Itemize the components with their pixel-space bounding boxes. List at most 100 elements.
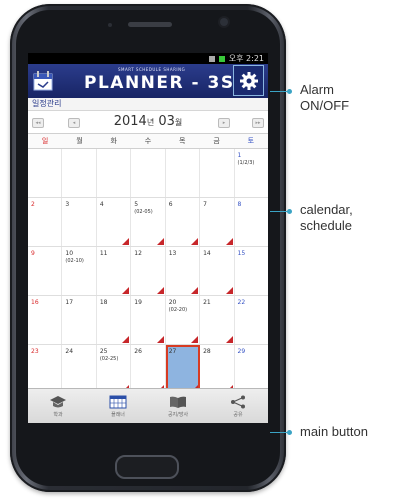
main-button-bullet	[287, 430, 292, 435]
main-button-bar: 학과 플래너 공지/방사 공유	[28, 388, 268, 423]
tab-notice[interactable]: 공지/방사	[148, 389, 208, 423]
day-number: 10	[65, 250, 74, 257]
schedule-entry: (02-25)	[99, 356, 119, 362]
calendar-day[interactable]: 16	[28, 296, 63, 344]
tab-share[interactable]: 공유	[208, 389, 268, 423]
schedule-marker-icon	[225, 336, 233, 343]
schedule-marker-icon	[191, 287, 199, 294]
calendar-day[interactable]: 2	[28, 198, 63, 246]
day-number: 19	[134, 299, 142, 306]
schedule-marker-icon	[122, 287, 130, 294]
calendar-day-today[interactable]: 27	[165, 345, 201, 393]
schedule-marker-icon	[156, 336, 164, 343]
schedule-marker-icon	[225, 238, 233, 245]
calendar-day[interactable]: 21	[200, 296, 235, 344]
calendar-day[interactable]	[97, 149, 132, 197]
schedule-entry: (02-20)	[168, 307, 188, 313]
home-button[interactable]	[115, 455, 179, 479]
calendar-day[interactable]: 13	[166, 247, 201, 295]
calendar-day[interactable]: 20 (02-20)	[166, 296, 201, 344]
alarm-callout-line2: ON/OFF	[300, 98, 350, 113]
calendar-day[interactable]: 28	[200, 345, 235, 393]
calendar-day[interactable]: 7	[200, 198, 235, 246]
tab-label: 학과	[53, 411, 63, 418]
planner-logo-icon	[33, 71, 53, 91]
schedule-entry: (02-10)	[65, 258, 84, 264]
calendar-day[interactable]: 1 (1/2/3)	[235, 149, 268, 197]
day-number: 12	[134, 250, 142, 257]
proximity-sensor	[108, 23, 112, 27]
calendar-day[interactable]: 19	[131, 296, 166, 344]
calendar-day[interactable]: 4	[97, 198, 132, 246]
alarm-toggle-button[interactable]	[233, 65, 264, 96]
calendar-day[interactable]: 22	[235, 296, 268, 344]
calendar-day[interactable]: 29	[235, 345, 268, 393]
app-title: PLANNER - 3S	[84, 73, 235, 93]
weekday-label: 화	[110, 137, 117, 145]
day-number: 29	[237, 348, 246, 355]
calendar-day[interactable]: 3	[62, 198, 97, 246]
app-screen: 오후 2:21 SMART SCHEDULE SHARING PLANNER -…	[28, 53, 268, 423]
day-number: 13	[168, 250, 177, 257]
tab-planner[interactable]: 플래너	[88, 389, 148, 423]
calendar-day[interactable]: 14	[200, 247, 235, 295]
schedule-marker-icon	[156, 238, 164, 245]
next-year-button[interactable]: ▸▸	[252, 118, 264, 128]
calendar-day[interactable]: 5 (02-05)	[131, 198, 166, 246]
day-number: 23	[31, 348, 39, 355]
calendar-bullet	[287, 209, 292, 214]
tab-department[interactable]: 학과	[28, 389, 88, 423]
alarm-bullet	[287, 89, 292, 94]
calendar-day[interactable]: 9	[28, 247, 63, 295]
month-suffix: 월	[174, 118, 183, 127]
calendar-day[interactable]: 26	[131, 345, 166, 393]
schedule-entry: (02-05)	[134, 209, 153, 215]
calendar-day[interactable]: 6	[166, 198, 201, 246]
calendar-day[interactable]: 11	[97, 247, 132, 295]
calendar-day[interactable]: 10 (02-10)	[62, 247, 97, 295]
calendar-day[interactable]: 24	[62, 345, 97, 393]
day-number: 5	[134, 201, 139, 208]
gear-icon	[239, 71, 258, 90]
calendar-day[interactable]: 23	[28, 345, 63, 393]
day-number: 8	[237, 201, 242, 208]
tab-label: 공유	[233, 411, 243, 418]
calendar-day[interactable]: 18	[97, 296, 132, 344]
day-number: 27	[168, 348, 177, 355]
next-month-button[interactable]: ▸	[218, 118, 230, 128]
calendar-callout-line1: calendar,	[300, 202, 353, 217]
calendar-day[interactable]: 12	[131, 247, 166, 295]
schedule-marker-icon	[191, 238, 199, 245]
day-number: 21	[203, 299, 211, 306]
day-number: 26	[134, 348, 142, 355]
month-navigator: ◂◂ ◂ 2014년 03월 ▸ ▸▸	[28, 111, 268, 134]
day-number: 16	[31, 299, 39, 306]
earpiece-speaker	[128, 22, 172, 27]
weekday-header: 일월화수목금토	[28, 134, 268, 149]
day-number: 24	[65, 348, 74, 355]
current-month: 2014년 03월	[28, 114, 268, 129]
calendar-day[interactable]: 8	[235, 198, 268, 246]
calendar-grid: 1 (1/2/3) 2 3 4 5 (02-05) 6 7 8 9 10 (02-10) 11 12 13 14…	[28, 149, 268, 423]
day-number: 20	[168, 299, 177, 306]
day-number: 17	[65, 299, 74, 306]
calendar-day[interactable]	[62, 149, 97, 197]
day-number: 4	[99, 201, 104, 208]
calendar-week-row: 9 10 (02-10) 11 12 13 14 15	[28, 247, 268, 296]
day-number: 9	[31, 250, 35, 257]
calendar-day[interactable]: 15	[235, 247, 268, 295]
calendar-week-row: 23 24 25 (02-25) 26 27 28 29	[28, 345, 268, 394]
calendar-day[interactable]	[200, 149, 235, 197]
weekday-label: 수	[144, 137, 152, 145]
weekday-label: 일	[41, 137, 49, 145]
weekday-label: 토	[247, 137, 255, 145]
battery-icon	[218, 55, 225, 62]
calendar-day[interactable]: 25 (02-25)	[97, 345, 132, 393]
app-tagline: SMART SCHEDULE SHARING	[118, 67, 186, 72]
calendar-day[interactable]: 17	[62, 296, 97, 344]
calendar-day[interactable]	[28, 149, 63, 197]
schedule-marker-icon	[122, 238, 130, 245]
calendar-day[interactable]	[166, 149, 201, 197]
schedule-marker-icon	[191, 336, 199, 343]
calendar-day[interactable]	[131, 149, 166, 197]
